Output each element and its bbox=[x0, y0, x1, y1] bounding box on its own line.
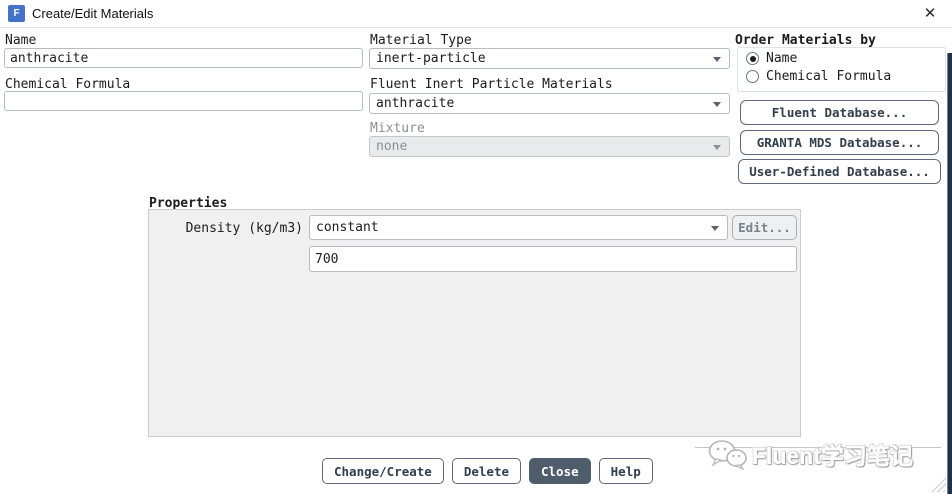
order-by-name-label: Name bbox=[766, 51, 798, 66]
window-title: Create/Edit Materials bbox=[32, 6, 154, 21]
mixture-label: Mixture bbox=[370, 121, 425, 136]
order-materials-label: Order Materials by bbox=[735, 33, 876, 48]
chevron-down-icon bbox=[713, 101, 721, 107]
density-value-input[interactable] bbox=[309, 246, 797, 272]
resize-grip[interactable] bbox=[928, 474, 946, 492]
change-create-button[interactable]: Change/Create bbox=[322, 458, 444, 484]
fluent-database-button[interactable]: Fluent Database... bbox=[740, 100, 939, 125]
fluent-materials-dropdown[interactable]: anthracite bbox=[369, 93, 730, 114]
granta-mds-database-button[interactable]: GRANTA MDS Database... bbox=[740, 130, 939, 155]
mixture-dropdown: none bbox=[369, 136, 730, 157]
density-edit-button[interactable]: Edit... bbox=[732, 215, 797, 240]
order-by-name-radio[interactable]: Name bbox=[746, 51, 797, 66]
title-bar: F Create/Edit Materials ✕ bbox=[0, 0, 952, 28]
radio-unselected-icon bbox=[746, 70, 759, 83]
background-window-strip bbox=[947, 53, 952, 494]
wechat-icon bbox=[708, 439, 748, 471]
fluent-app-icon: F bbox=[8, 5, 25, 22]
chevron-down-icon bbox=[713, 56, 721, 62]
close-icon[interactable]: ✕ bbox=[920, 4, 940, 24]
close-button[interactable]: Close bbox=[529, 458, 591, 484]
density-method-value: constant bbox=[316, 220, 379, 235]
order-by-chemical-formula-label: Chemical Formula bbox=[766, 69, 892, 84]
material-type-dropdown[interactable]: inert-particle bbox=[369, 48, 730, 69]
help-button[interactable]: Help bbox=[598, 458, 653, 484]
chevron-down-icon bbox=[711, 225, 719, 231]
properties-panel bbox=[148, 209, 801, 437]
radio-selected-icon bbox=[746, 52, 759, 65]
fluent-materials-value: anthracite bbox=[376, 96, 455, 111]
density-label: Density (kg/m3) bbox=[185, 221, 303, 236]
create-edit-materials-dialog: F Create/Edit Materials ✕ Name Chemical … bbox=[0, 0, 952, 494]
name-label: Name bbox=[5, 33, 37, 48]
chemical-formula-input[interactable] bbox=[4, 91, 363, 111]
name-input[interactable] bbox=[4, 48, 363, 68]
fluent-materials-label: Fluent Inert Particle Materials bbox=[370, 77, 613, 92]
delete-button[interactable]: Delete bbox=[451, 458, 521, 484]
chevron-down-icon bbox=[713, 144, 721, 150]
density-method-dropdown[interactable]: constant bbox=[309, 215, 728, 240]
chemical-formula-label: Chemical Formula bbox=[5, 77, 131, 92]
mixture-value: none bbox=[376, 139, 408, 154]
footer-button-row: Change/Create Delete Close Help bbox=[322, 458, 653, 484]
order-by-chemical-formula-radio[interactable]: Chemical Formula bbox=[746, 69, 891, 84]
material-type-label: Material Type bbox=[370, 33, 472, 48]
watermark-text: Fluent学习笔记 bbox=[752, 443, 913, 469]
material-type-value: inert-particle bbox=[376, 51, 486, 66]
user-defined-database-button[interactable]: User-Defined Database... bbox=[738, 159, 941, 184]
